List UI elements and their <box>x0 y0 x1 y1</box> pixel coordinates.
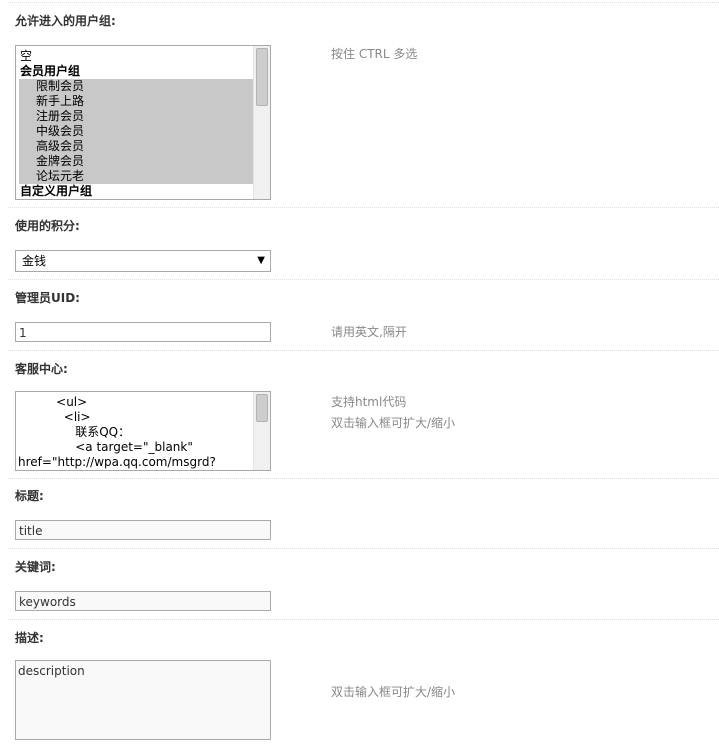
listbox-group-header: 自定义用户组 <box>20 184 93 198</box>
description-value: description <box>18 664 85 678</box>
credit-select[interactable]: 金钱 ▼ <box>15 250 271 272</box>
divider <box>8 548 719 549</box>
scrollbar-thumb[interactable] <box>256 394 268 422</box>
credit-label: 使用的积分: <box>15 219 80 233</box>
admin-uid-label: 管理员UID: <box>15 291 80 305</box>
chevron-down-icon[interactable]: ▼ <box>257 255 265 267</box>
divider <box>8 207 719 208</box>
description-hint: 双击输入框可扩大/缩小 <box>331 685 456 699</box>
service-hint-expand: 双击输入框可扩大/缩小 <box>331 416 456 430</box>
service-center-label: 客服中心: <box>15 362 68 376</box>
listbox-option[interactable]: 注册会员 <box>19 109 253 124</box>
textarea-scrollbar[interactable] <box>253 392 270 470</box>
listbox-scrollbar[interactable] <box>253 46 270 199</box>
listbox-option[interactable]: 空 <box>16 49 270 64</box>
service-center-textarea[interactable]: <ul> <li> 联系QQ： <a target="_blank" href="… <box>15 391 271 471</box>
listbox-option[interactable]: 论坛元老 <box>19 169 253 184</box>
listbox-group-header: 会员用户组 <box>20 64 81 78</box>
code-line: 联系QQ： <box>18 425 131 439</box>
allowed-groups-listbox[interactable]: 空会员用户组 限制会员 新手上路 注册会员 中级会员 高级会员 金牌会员 论坛元老 自定义用户组 <box>15 45 271 200</box>
service-hint-html: 支持html代码 <box>331 395 407 409</box>
listbox-options: 空会员用户组 限制会员 新手上路 注册会员 中级会员 高级会员 金牌会员 论坛元老 自定义用户组 <box>16 46 270 199</box>
listbox-option[interactable]: 金牌会员 <box>19 154 253 169</box>
groups-hint: 按住 CTRL 多选 <box>331 47 418 61</box>
code-line: href="http://wpa.qq.com/msgrd? <box>18 455 216 469</box>
listbox-option[interactable]: 限制会员 <box>19 79 253 94</box>
code-line: v=3&amp;uin=123456788&amp;site= <box>18 470 270 471</box>
admin-uid-input[interactable]: 1 <box>15 322 271 342</box>
allowed-groups-label: 允许进入的用户组: <box>15 14 116 28</box>
divider <box>8 350 719 351</box>
listbox-option[interactable]: 新手上路 <box>19 94 253 109</box>
title-input[interactable]: title <box>15 520 271 540</box>
scrollbar-thumb[interactable] <box>256 48 268 106</box>
description-label: 描述: <box>15 631 44 645</box>
divider <box>8 279 719 280</box>
code-line: <ul> <box>18 395 88 409</box>
code-line: <li> <box>18 410 91 424</box>
textarea-content: <ul> <li> 联系QQ： <a target="_blank" href="… <box>16 392 270 471</box>
keywords-label: 关键词: <box>15 560 56 574</box>
divider <box>8 478 719 479</box>
divider <box>8 2 719 3</box>
admin-uid-hint: 请用英文,隔开 <box>331 325 407 339</box>
title-label: 标题: <box>15 489 44 503</box>
code-line: <a target="_blank" <box>18 440 193 454</box>
keywords-input[interactable]: keywords <box>15 591 271 611</box>
credit-selected-value: 金钱 <box>22 254 47 268</box>
listbox-option[interactable]: 高级会员 <box>19 139 253 154</box>
listbox-option[interactable]: 中级会员 <box>19 124 253 139</box>
divider <box>8 619 719 620</box>
description-textarea[interactable]: description <box>15 660 271 740</box>
